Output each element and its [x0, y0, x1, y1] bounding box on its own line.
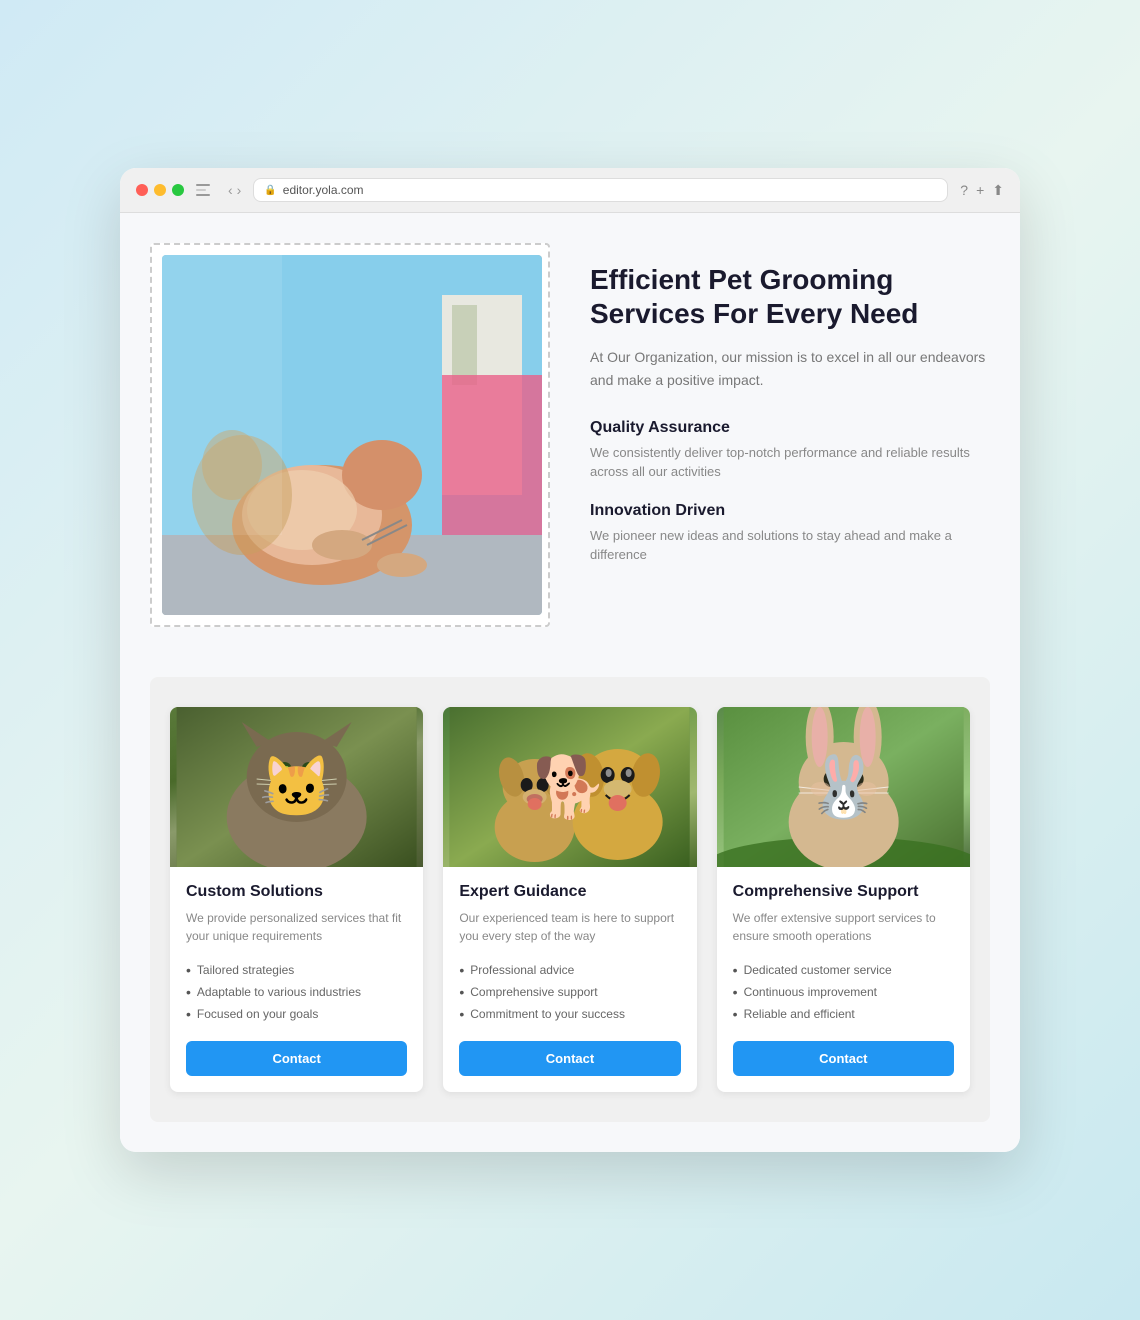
hero-image	[162, 255, 542, 615]
card-support-title: Comprehensive Support	[733, 883, 954, 901]
list-item: Reliable and efficient	[733, 1003, 954, 1025]
feature-quality-description: We consistently deliver top-notch perfor…	[590, 443, 990, 482]
share-icon[interactable]: ⬆	[992, 182, 1004, 199]
close-button[interactable]	[136, 184, 148, 196]
nav-arrows: ‹ ›	[228, 182, 241, 198]
list-item: Comprehensive support	[459, 981, 680, 1003]
list-item: Professional advice	[459, 959, 680, 981]
forward-arrow-icon[interactable]: ›	[237, 182, 242, 198]
back-arrow-icon[interactable]: ‹	[228, 182, 233, 198]
image-dashed-border	[150, 243, 550, 627]
dog-image	[443, 707, 696, 867]
list-item: Commitment to your success	[459, 1003, 680, 1025]
card-custom-description: We provide personalized services that fi…	[186, 909, 407, 945]
feature-innovation: Innovation Driven We pioneer new ideas a…	[590, 502, 990, 565]
hero-image-container	[150, 243, 550, 627]
card-expert-body: Expert Guidance Our experienced team is …	[443, 867, 696, 1092]
traffic-lights	[136, 184, 184, 196]
feature-quality: Quality Assurance We consistently delive…	[590, 419, 990, 482]
card-expert-guidance: Expert Guidance Our experienced team is …	[443, 707, 696, 1092]
list-item: Focused on your goals	[186, 1003, 407, 1025]
hero-section: Efficient Pet Grooming Services For Ever…	[150, 243, 990, 627]
list-item: Adaptable to various industries	[186, 981, 407, 1003]
help-icon[interactable]: ?	[960, 182, 968, 198]
address-bar[interactable]: 🔒 editor.yola.com	[253, 178, 948, 202]
hero-title: Efficient Pet Grooming Services For Ever…	[590, 263, 990, 330]
lock-icon: 🔒	[264, 185, 276, 196]
feature-innovation-description: We pioneer new ideas and solutions to st…	[590, 526, 990, 565]
cat-image	[170, 707, 423, 867]
card-expert-title: Expert Guidance	[459, 883, 680, 901]
add-tab-icon[interactable]: +	[976, 182, 984, 198]
rabbit-image	[717, 707, 970, 867]
card-custom-title: Custom Solutions	[186, 883, 407, 901]
list-item: Continuous improvement	[733, 981, 954, 1003]
list-item: Dedicated customer service	[733, 959, 954, 981]
toolbar-actions: ? + ⬆	[960, 182, 1004, 199]
feature-quality-title: Quality Assurance	[590, 419, 990, 437]
sidebar-toggle-icon[interactable]	[196, 180, 216, 200]
hero-description: At Our Organization, our mission is to e…	[590, 346, 990, 391]
maximize-button[interactable]	[172, 184, 184, 196]
card-expert-description: Our experienced team is here to support …	[459, 909, 680, 945]
card-support-list: Dedicated customer service Continuous im…	[733, 959, 954, 1025]
card-support-body: Comprehensive Support We offer extensive…	[717, 867, 970, 1092]
url-text: editor.yola.com	[283, 183, 364, 197]
card-custom-solutions: Custom Solutions We provide personalized…	[170, 707, 423, 1092]
card-custom-list: Tailored strategies Adaptable to various…	[186, 959, 407, 1025]
card-comprehensive-support: Comprehensive Support We offer extensive…	[717, 707, 970, 1092]
card-custom-body: Custom Solutions We provide personalized…	[170, 867, 423, 1092]
browser-content: Efficient Pet Grooming Services For Ever…	[120, 213, 1020, 1152]
browser-window: ‹ › 🔒 editor.yola.com ? + ⬆	[120, 168, 1020, 1152]
card-support-description: We offer extensive support services to e…	[733, 909, 954, 945]
list-item: Tailored strategies	[186, 959, 407, 981]
cards-grid: Custom Solutions We provide personalized…	[170, 707, 970, 1092]
contact-button-expert[interactable]: Contact	[459, 1041, 680, 1076]
contact-button-custom[interactable]: Contact	[186, 1041, 407, 1076]
card-expert-list: Professional advice Comprehensive suppor…	[459, 959, 680, 1025]
minimize-button[interactable]	[154, 184, 166, 196]
browser-toolbar: ‹ › 🔒 editor.yola.com ? + ⬆	[120, 168, 1020, 213]
hero-text: Efficient Pet Grooming Services For Ever…	[590, 243, 990, 585]
cards-section: Custom Solutions We provide personalized…	[150, 677, 990, 1122]
contact-button-support[interactable]: Contact	[733, 1041, 954, 1076]
feature-innovation-title: Innovation Driven	[590, 502, 990, 520]
